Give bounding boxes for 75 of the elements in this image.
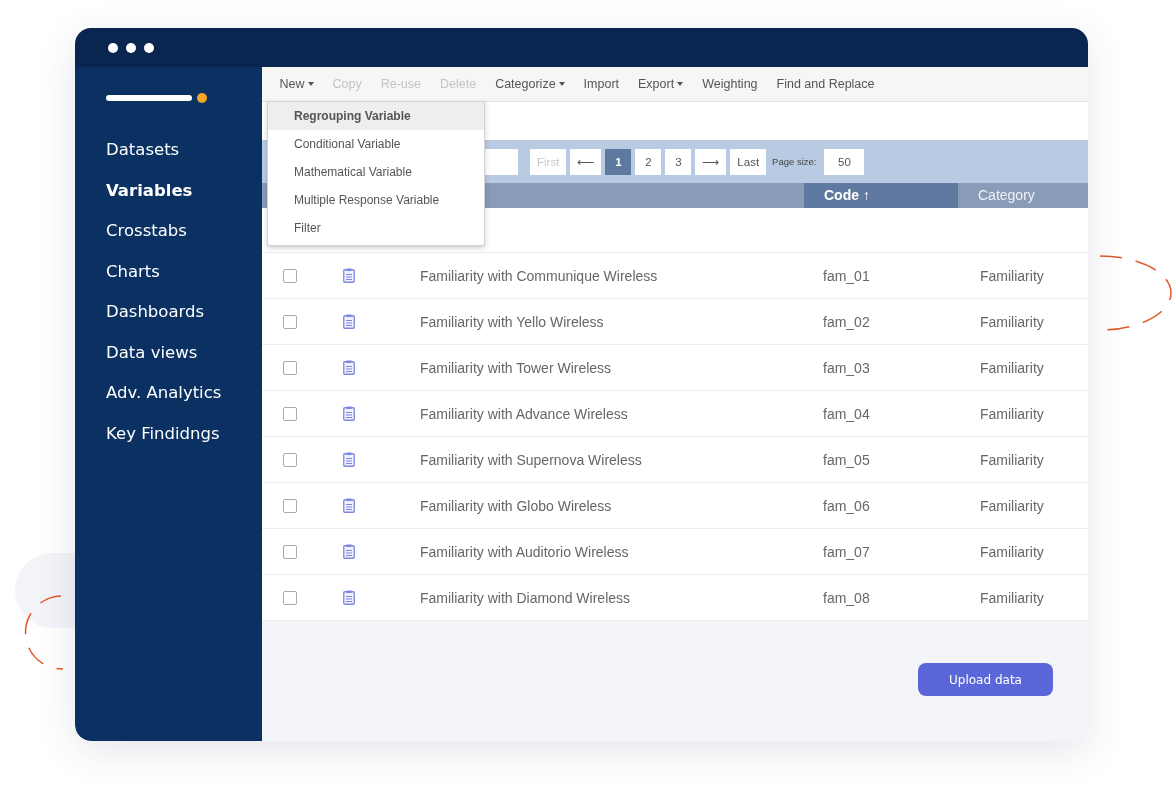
menu-item[interactable]: Multiple Response Variable	[268, 186, 484, 214]
window-dot-icon	[144, 42, 154, 53]
table-cell-text: fam_03	[822, 359, 871, 376]
upload-button[interactable]: Upload data	[918, 663, 1053, 696]
page-button[interactable]: ⟵	[570, 148, 602, 175]
table-cell-text: Familiarity with Advance Wireless	[419, 405, 629, 422]
window-dot-icon	[108, 42, 118, 53]
table-cell-text: Familiarity with Tower Wireless	[419, 359, 613, 376]
table-cell-text: fam_05	[822, 451, 871, 468]
page-button[interactable]: 2	[635, 148, 662, 175]
table-cell-text: Familiarity	[979, 267, 1045, 284]
table-cell-text: Familiarity with Diamond Wireless	[419, 589, 632, 606]
row-checkbox[interactable]	[283, 498, 297, 513]
sidebar-item[interactable]: Charts	[106, 251, 160, 292]
clipboard-icon[interactable]	[343, 544, 355, 559]
toolbar-button[interactable]: Export	[628, 73, 693, 95]
table-cell-text: Familiarity	[979, 543, 1045, 560]
menu-item[interactable]: Conditional Variable	[268, 130, 484, 158]
toolbar-button[interactable]: Weighting	[692, 73, 768, 95]
page-button[interactable]: 1	[605, 148, 632, 175]
menu-item[interactable]: Mathematical Variable	[268, 158, 484, 186]
row-checkbox[interactable]	[283, 452, 297, 467]
clipboard-icon[interactable]	[343, 498, 355, 513]
toolbar-button[interactable]: New	[270, 73, 323, 95]
table-cell-text: fam_08	[822, 589, 871, 606]
table-cell-text: Familiarity	[979, 497, 1045, 514]
row-checkbox[interactable]	[283, 544, 297, 559]
window-dot-icon	[126, 42, 136, 53]
caret-icon	[677, 82, 684, 86]
row-checkbox[interactable]	[283, 590, 297, 605]
sidebar-item[interactable]: Dashboards	[106, 292, 205, 333]
page-button[interactable]: Last	[730, 148, 767, 175]
table-cell-text: Familiarity	[979, 451, 1045, 468]
table-cell-text: Familiarity	[979, 589, 1045, 606]
menu-item[interactable]: Filter	[268, 214, 484, 242]
page-size-field[interactable]: 50	[824, 148, 865, 175]
clipboard-icon[interactable]	[343, 314, 355, 329]
sidebar-item[interactable]: Crosstabs	[106, 211, 187, 252]
table-cell-text: fam_01	[822, 267, 871, 284]
table-cell-text: fam_07	[822, 543, 871, 560]
toolbar-button[interactable]: Find and Replace	[767, 73, 884, 95]
table-cell-text: fam_02	[822, 313, 871, 330]
row-checkbox[interactable]	[283, 406, 297, 421]
page-button[interactable]: 3	[665, 148, 692, 175]
table-cell-text: Familiarity with Globo Wireless	[419, 497, 613, 514]
table-cell-text: Familiarity with Supernova Wireless	[419, 451, 643, 468]
sidebar-item[interactable]: Variables	[106, 170, 193, 211]
table-cell-text: Familiarity	[979, 359, 1045, 376]
clipboard-icon[interactable]	[343, 590, 355, 605]
sidebar-item[interactable]: Key Findidngs	[106, 413, 220, 454]
row-checkbox[interactable]	[283, 268, 297, 283]
menu-item[interactable]: Regrouping Variable	[268, 102, 484, 130]
sidebar-item[interactable]: Datasets	[106, 130, 180, 171]
clipboard-icon[interactable]	[343, 406, 355, 421]
table-cell-text: Familiarity	[979, 313, 1045, 330]
table-cell-text: fam_06	[822, 497, 871, 514]
row-checkbox[interactable]	[283, 360, 297, 375]
caret-icon	[558, 82, 565, 86]
clipboard-icon[interactable]	[343, 452, 355, 467]
toolbar-button[interactable]: Import	[574, 73, 629, 95]
clipboard-icon[interactable]	[343, 268, 355, 283]
sidebar-item[interactable]: Data views	[106, 332, 198, 373]
page-size-label: Page size:	[772, 156, 817, 167]
table-cell-text: Familiarity with Auditorio Wireless	[419, 543, 630, 560]
table-cell-text: Familiarity with Communique Wireless	[419, 267, 659, 284]
clipboard-icon[interactable]	[343, 360, 355, 375]
caret-icon	[307, 82, 314, 86]
column-header[interactable]: Code ↑	[804, 183, 958, 208]
page-button[interactable]: ⟶	[695, 148, 727, 175]
table-cell-text: Familiarity	[979, 405, 1045, 422]
table-cell-text: Familiarity with Yello Wireless	[419, 313, 605, 330]
table-cell-text: fam_04	[822, 405, 871, 422]
row-checkbox[interactable]	[283, 314, 297, 329]
sidebar-item[interactable]: Adv. Analytics	[106, 373, 222, 414]
toolbar-button[interactable]: Categorize	[485, 73, 575, 95]
